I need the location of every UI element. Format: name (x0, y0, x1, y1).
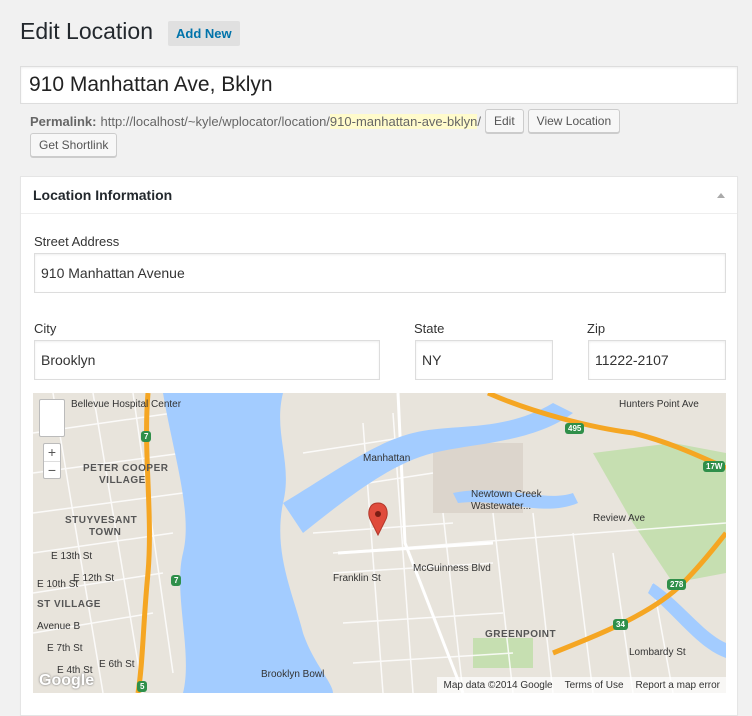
permalink-base-url[interactable]: http://localhost/~kyle/wplocator/locatio… (100, 114, 329, 129)
permalink-slug[interactable]: 910-manhattan-ave-bklyn (329, 113, 478, 129)
street-view-pegman-icon[interactable] (39, 399, 65, 437)
page-title: Edit Location (20, 18, 153, 44)
city-input[interactable]: Brooklyn (34, 340, 380, 380)
view-location-button[interactable]: View Location (527, 109, 621, 133)
marker-dot (375, 511, 381, 517)
route-7-shield-icon: 7 (141, 431, 152, 442)
map-label-e13: E 13th St (51, 551, 93, 562)
map-label-mcguinness: McGuinness Blvd (413, 563, 491, 574)
route-34-shield-icon: 34 (613, 619, 628, 630)
permalink-label: Permalink: (30, 113, 97, 129)
map-label-newtown: Newtown Creek (471, 489, 542, 500)
city-label: City (34, 321, 57, 336)
map-label-e6: E 6th St (99, 659, 135, 670)
report-map-error-link[interactable]: Report a map error (630, 680, 726, 691)
permalink-trailing: / (477, 113, 481, 129)
map-label-e10: E 10th St (37, 579, 79, 590)
map-canvas (33, 393, 726, 693)
google-logo: Google (39, 672, 95, 689)
east-river (163, 393, 333, 693)
map-label-franklin: Franklin St (333, 573, 381, 584)
map-footer: Map data ©2014 Google Terms of Use Repor… (437, 677, 726, 693)
map-attribution: Map data ©2014 Google (443, 679, 553, 691)
route-5-shield-icon: 5 (137, 681, 148, 692)
route-495-shield-icon: 495 (565, 423, 585, 434)
street-grid (33, 393, 726, 693)
map-label-hunters-point: Hunters Point Ave (619, 399, 699, 410)
map-label-greenpoint: GREENPOINT (485, 629, 557, 640)
location-info-metabox: Location Information Street Address 910 … (20, 176, 738, 716)
get-shortlink-button[interactable]: Get Shortlink (30, 133, 118, 157)
greenpoint-ave (337, 541, 494, 555)
metabox-title: Location Information (33, 187, 173, 203)
zoom-control: + − (43, 443, 61, 479)
metabox-header[interactable]: Location Information (21, 177, 737, 214)
state-label: State (414, 321, 445, 336)
map-label-peter-cooper: PETER COOPER (83, 463, 169, 474)
map-label-lombardy: Lombardy St (629, 647, 686, 658)
map-label-town: TOWN (89, 527, 122, 538)
map-label-e7: E 7th St (47, 643, 83, 654)
location-map[interactable]: + − Bellevue Hospital Center PETER COOPE… (33, 393, 726, 693)
map-label-wastewater: Wastewater... (471, 501, 532, 512)
zoom-out-button[interactable]: − (44, 461, 60, 478)
permalink-row: Permalink: http://localhost/~kyle/wploca… (30, 109, 621, 133)
terms-of-use-link[interactable]: Terms of Use (559, 680, 630, 691)
map-label-bellevue: Bellevue Hospital Center (71, 399, 182, 410)
zip-label: Zip (587, 321, 606, 336)
zip-input[interactable]: 11222-2107 (588, 340, 726, 380)
post-title-input[interactable]: 910 Manhattan Ave, Bklyn (20, 66, 738, 104)
state-input[interactable]: NY (415, 340, 553, 380)
map-label-review-ave: Review Ave (593, 513, 646, 524)
zoom-in-button[interactable]: + (44, 444, 60, 461)
newtown-creek (283, 403, 573, 533)
route-17w-shield-icon: 17W (703, 461, 726, 472)
map-label-stuyvesant: STUYVESANT (65, 515, 138, 526)
map-label-east-village: ST VILLAGE (37, 599, 101, 610)
collapse-arrow-icon[interactable] (717, 192, 725, 198)
route-278-shield-icon: 278 (667, 579, 687, 590)
map-label-manhattan-av: Manhattan (363, 453, 411, 464)
add-new-button[interactable]: Add New (168, 21, 240, 46)
street-address-input[interactable]: 910 Manhattan Avenue (34, 253, 726, 293)
map-label-e12: E 12th St (73, 573, 115, 584)
map-label-brooklyn-bowl: Brooklyn Bowl (261, 669, 325, 680)
map-label-village: VILLAGE (99, 475, 146, 486)
edit-slug-button[interactable]: Edit (484, 109, 524, 133)
street-address-label: Street Address (34, 234, 120, 249)
map-label-avenue-b: Avenue B (37, 621, 81, 632)
route-7-shield-icon-2: 7 (171, 575, 182, 586)
